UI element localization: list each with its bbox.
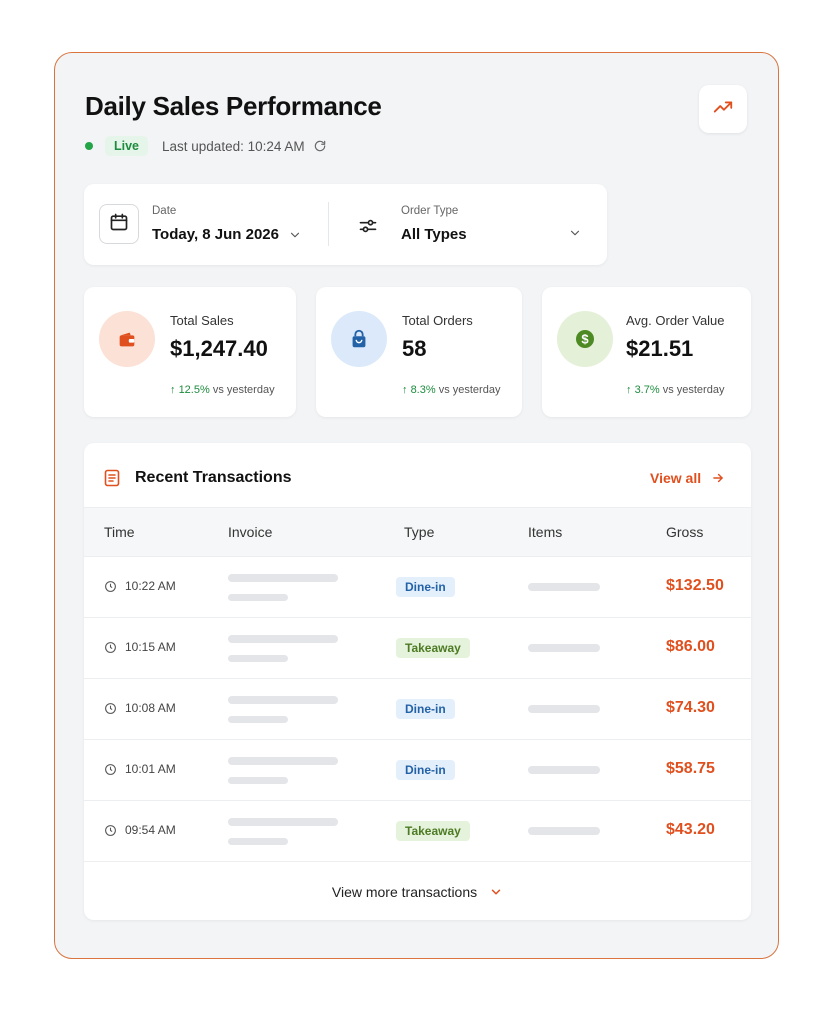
date-picker-button[interactable] [99,204,139,244]
clock-icon [105,824,116,836]
type-badge: Takeaway [396,638,470,658]
filter-divider [328,202,329,246]
row-time: 10:22 AM [104,579,176,593]
table-header: Time Invoice Type Items Gross [84,507,751,557]
refresh-icon[interactable] [313,139,327,153]
stat-card-avg-order-value: $ Avg. Order Value $21.51 ↑ 3.7% vs yest… [542,287,751,417]
page-title: Daily Sales Performance [85,91,382,121]
arrow-right-icon [711,471,725,485]
row-time: 09:54 AM [104,823,176,837]
row-gross: $43.20 [666,821,715,838]
invoice-placeholder [228,574,338,582]
order-type-value[interactable]: All Types [401,226,467,243]
column-header-gross[interactable]: Gross [666,524,703,540]
invoice-placeholder [228,716,288,723]
type-badge: Takeaway [396,821,470,841]
items-placeholder [528,827,600,835]
date-label: Date [152,205,177,217]
column-header-time[interactable]: Time [104,524,135,540]
invoice-placeholder [228,635,338,643]
wallet-icon [99,311,155,367]
trending-up-icon [712,96,734,123]
recent-transactions-card: Recent Transactions View all Time Invoic… [84,443,751,920]
svg-text:$: $ [581,332,589,347]
row-time: 10:01 AM [104,762,176,776]
stat-card-total-orders: Total Orders 58 ↑ 8.3% vs yesterday [316,287,522,417]
table-row[interactable]: 10:15 AM Takeaway $86.00 [84,618,751,679]
stat-card-total-sales: Total Sales $1,247.40 ↑ 12.5% vs yesterd… [84,287,296,417]
trend-button[interactable] [699,85,747,133]
items-placeholder [528,644,600,652]
view-all-label: View all [650,470,702,486]
filter-bar: Date Today, 8 Jun 2026 Order Type All Ty… [84,184,607,265]
column-header-type[interactable]: Type [404,524,434,540]
items-placeholder [528,583,600,591]
view-all-link[interactable]: View all [650,470,725,486]
order-type-label: Order Type [401,205,459,217]
live-dot [85,142,93,150]
table-row[interactable]: 10:01 AM Dine-in $58.75 [84,740,751,801]
items-placeholder [528,705,600,713]
stat-label: Total Sales [170,313,234,328]
row-time: 10:08 AM [104,701,176,715]
clock-icon [105,763,116,775]
type-badge: Dine-in [396,577,455,597]
chevron-down-icon [489,885,503,899]
invoice-placeholder [228,655,288,662]
column-header-items[interactable]: Items [528,524,562,540]
stat-delta: ↑ 3.7% vs yesterday [626,384,725,396]
invoice-placeholder [228,757,338,765]
sliders-icon [358,216,378,236]
type-badge: Dine-in [396,699,455,719]
chevron-down-icon[interactable] [568,226,582,240]
stat-value: $21.51 [626,336,694,361]
view-more-label: View more transactions [331,883,478,900]
invoice-placeholder [228,696,338,704]
dashboard-panel: Daily Sales Performance Live Last update… [54,52,779,959]
table-row[interactable]: 10:08 AM Dine-in $74.30 [84,679,751,740]
shopping-bag-icon [331,311,387,367]
receipt-icon [104,469,120,487]
column-header-invoice[interactable]: Invoice [228,524,272,540]
invoice-placeholder [228,838,288,845]
dollar-icon: $ [557,311,613,367]
items-placeholder [528,766,600,774]
section-title: Recent Transactions [135,469,292,486]
clock-icon [105,641,116,653]
invoice-placeholder [228,777,288,784]
clock-icon [105,580,116,592]
invoice-placeholder [228,818,338,826]
date-value[interactable]: Today, 8 Jun 2026 [152,226,279,243]
stat-label: Total Orders [402,313,473,328]
last-updated: Last updated: 10:24 AM [162,138,305,154]
row-gross: $132.50 [666,577,724,594]
row-gross: $58.75 [666,760,715,777]
live-badge: Live [105,136,149,156]
row-time: 10:15 AM [104,640,176,654]
invoice-placeholder [228,594,288,601]
view-more-button[interactable]: View more transactions [84,863,751,920]
row-gross: $74.30 [666,699,715,716]
stat-delta: ↑ 12.5% vs yesterday [170,384,275,396]
calendar-icon [109,212,129,237]
clock-icon [105,702,116,714]
row-gross: $86.00 [666,638,715,655]
type-badge: Dine-in [396,760,455,780]
stat-value: 58 [402,336,427,361]
stat-delta: ↑ 8.3% vs yesterday [402,384,501,396]
stat-value: $1,247.40 [170,336,268,361]
table-row[interactable]: 10:22 AM Dine-in $132.50 [84,557,751,618]
chevron-down-icon[interactable] [288,228,302,242]
stat-label: Avg. Order Value [626,313,725,328]
status-row: Live Last updated: 10:24 AM [85,136,327,156]
table-row[interactable]: 09:54 AM Takeaway $43.20 [84,801,751,862]
